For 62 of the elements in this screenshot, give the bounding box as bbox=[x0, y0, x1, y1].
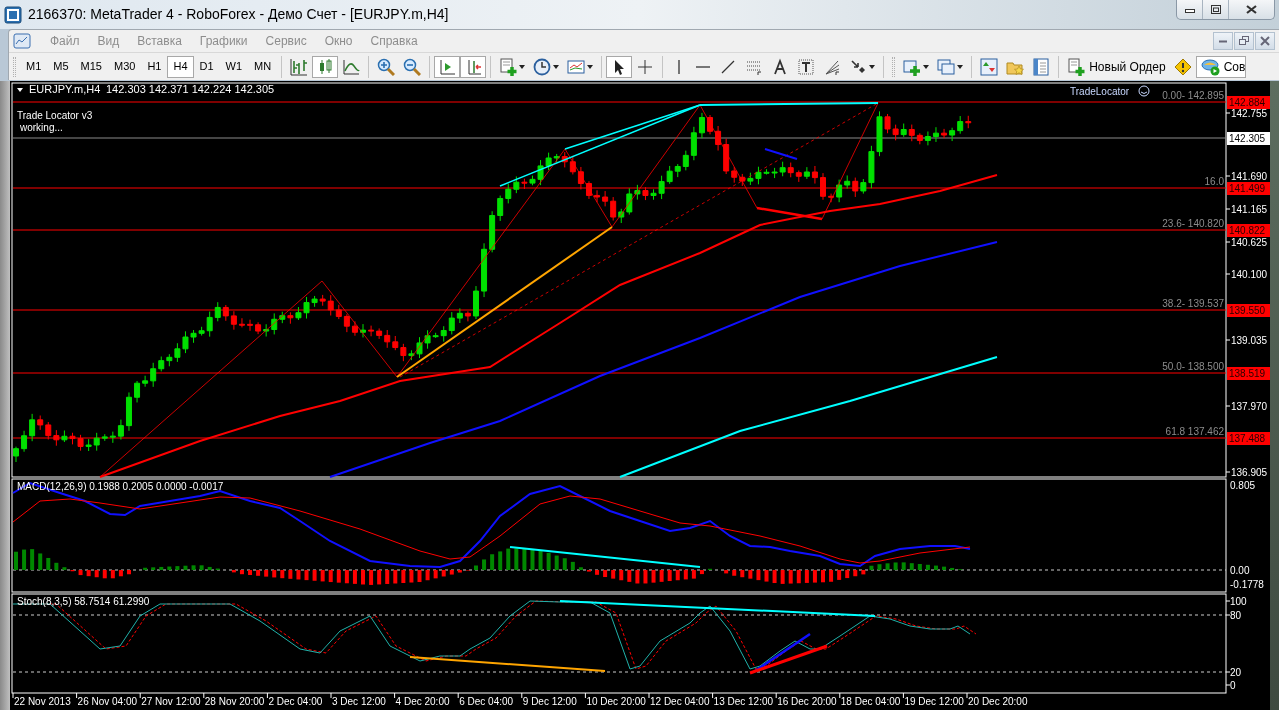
price-tag: 137.488 bbox=[1227, 432, 1270, 445]
time-label: 6 Dec 04:00 bbox=[459, 696, 514, 707]
price-tag: 141.499 bbox=[1227, 182, 1270, 195]
price-label: 141.165 bbox=[1231, 204, 1268, 215]
price-tag: 142.305 bbox=[1227, 132, 1270, 145]
price-tag: 142.884 bbox=[1227, 96, 1270, 109]
indicator-title: TradeLocator bbox=[1070, 86, 1130, 97]
new-order-button[interactable]: Новый Ордер bbox=[1063, 55, 1170, 78]
price-tag: 138.519 bbox=[1227, 367, 1270, 380]
experts-button[interactable]: Сов bbox=[1195, 55, 1247, 78]
symbol-label: EURJPY.m,H4 bbox=[29, 83, 101, 95]
time-label: 27 Nov 12:00 bbox=[141, 696, 201, 707]
time-label: 18 Dec 04:00 bbox=[840, 696, 901, 707]
level-label: 16.0 bbox=[1204, 176, 1224, 187]
time-label: 13 Dec 12:00 bbox=[713, 696, 774, 707]
time-label: 22 Nov 2013 bbox=[14, 696, 71, 707]
indicator-status: working... bbox=[20, 122, 63, 133]
level-label: 50.0- 138.500 bbox=[1162, 361, 1224, 372]
price-label: 140.625 bbox=[1231, 237, 1268, 248]
price-label: 137.970 bbox=[1231, 401, 1268, 412]
stochastic-axis-label: 0 bbox=[1230, 680, 1236, 691]
time-label: 4 Dec 20:00 bbox=[395, 696, 450, 707]
ohlc-values: 142.303 142.371 142.224 142.305 bbox=[106, 83, 275, 95]
timeframe-button[interactable]: M15 bbox=[74, 55, 108, 78]
level-label: 38.2- 139.537 bbox=[1162, 298, 1224, 309]
price-label: 141.690 bbox=[1231, 171, 1268, 182]
time-label: 26 Nov 04:00 bbox=[77, 696, 138, 707]
level-label: 0.00- 142.895 bbox=[1162, 90, 1224, 101]
timeframe-button[interactable]: W1 bbox=[219, 55, 249, 78]
timeframe-button[interactable]: H4 bbox=[167, 55, 194, 78]
timeframe-button[interactable]: M30 bbox=[107, 55, 142, 78]
price-tag: 140.822 bbox=[1227, 224, 1270, 237]
time-label: 20 Dec 20:00 bbox=[968, 696, 1028, 707]
time-label: 2 Dec 04:00 bbox=[268, 696, 323, 707]
level-label: 61.8 137.462 bbox=[1165, 426, 1224, 437]
timeframe-button[interactable]: M1 bbox=[20, 55, 48, 78]
price-label: 140.100 bbox=[1231, 269, 1268, 280]
price-label: 136.905 bbox=[1231, 467, 1268, 478]
time-label: 16 Dec 20:00 bbox=[777, 696, 837, 707]
stochastic-axis-label: 80 bbox=[1230, 610, 1242, 621]
price-label: 139.035 bbox=[1231, 335, 1268, 346]
price-tag: 139.550 bbox=[1227, 304, 1270, 317]
time-label: 19 Dec 12:00 bbox=[904, 696, 964, 707]
macd-axis-label: -0.1778 bbox=[1230, 579, 1264, 590]
indicator-name: Trade Locator v3 bbox=[17, 110, 93, 121]
timeframe-button[interactable]: MN bbox=[248, 55, 278, 78]
time-label: 10 Dec 20:00 bbox=[586, 696, 646, 707]
macd-axis-label: 0.00 bbox=[1230, 565, 1250, 576]
timeframe-button[interactable]: D1 bbox=[193, 55, 220, 78]
stochastic-axis-label: 100 bbox=[1230, 596, 1247, 607]
timeframe-button[interactable]: M5 bbox=[47, 55, 75, 78]
time-label: 9 Dec 12:00 bbox=[522, 696, 577, 707]
timeframe-button[interactable]: H1 bbox=[141, 55, 168, 78]
price-label: 142.755 bbox=[1231, 108, 1268, 119]
time-label: 12 Dec 04:00 bbox=[650, 696, 710, 707]
macd-axis-label: 0.805 bbox=[1230, 480, 1256, 491]
window-title: 2166370: MetaTrader 4 - RoboForex - Демо Счет - [EURJPY.m,H4] bbox=[28, 5, 449, 24]
stochastic-label: Stoch(8,3,5) 58.7514 61.2990 bbox=[17, 596, 150, 607]
time-label: 28 Nov 20:00 bbox=[204, 696, 265, 707]
level-label: 23.6- 140.820 bbox=[1162, 218, 1224, 229]
stochastic-axis-label: 20 bbox=[1230, 667, 1242, 678]
time-label: 3 Dec 12:00 bbox=[332, 696, 386, 707]
